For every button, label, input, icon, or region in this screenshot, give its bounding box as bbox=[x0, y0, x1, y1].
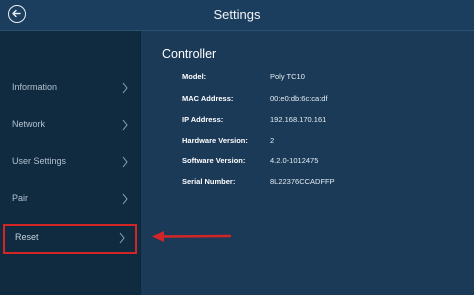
chevron-right-icon bbox=[122, 193, 128, 205]
info-label: IP Address: bbox=[182, 115, 224, 124]
sidebar-item-information[interactable]: Information bbox=[0, 74, 140, 104]
chevron-right-icon bbox=[122, 119, 128, 131]
sidebar: Information Network User Settings Pair R… bbox=[0, 31, 140, 295]
info-value: 00:e0:db:6c:ca:df bbox=[270, 94, 328, 103]
page-title: Settings bbox=[213, 7, 261, 22]
sidebar-item-label: User Settings bbox=[12, 156, 67, 166]
info-label: Hardware Version: bbox=[182, 136, 248, 145]
info-value: 4.2.0-1012475 bbox=[270, 156, 319, 165]
sidebar-item-user-settings[interactable]: User Settings bbox=[0, 148, 140, 178]
info-value: 192.168.170.161 bbox=[270, 115, 327, 124]
info-label: Serial Number: bbox=[182, 177, 236, 186]
section-title: Controller bbox=[162, 47, 217, 61]
sidebar-item-label: Information bbox=[12, 82, 58, 92]
info-label: Software Version: bbox=[182, 156, 246, 165]
sidebar-item-network[interactable]: Network bbox=[0, 111, 140, 141]
header-bar: Settings bbox=[0, 0, 474, 31]
sidebar-item-label: Reset bbox=[15, 232, 39, 242]
sidebar-item-pair[interactable]: Pair bbox=[0, 185, 140, 215]
info-value: 2 bbox=[270, 136, 275, 145]
sidebar-item-reset[interactable]: Reset bbox=[3, 224, 137, 254]
chevron-right-icon bbox=[122, 156, 128, 168]
info-value: 8L22376CCADFFP bbox=[270, 177, 335, 186]
info-value: Poly TC10 bbox=[270, 72, 305, 81]
controller-info-panel: Controller Model: Poly TC10 MAC Address:… bbox=[141, 31, 474, 295]
info-label: MAC Address: bbox=[182, 94, 234, 103]
red-arrow-annotation bbox=[152, 231, 232, 242]
sidebar-item-label: Network bbox=[12, 119, 46, 129]
sidebar-item-label: Pair bbox=[12, 193, 29, 203]
chevron-right-icon bbox=[122, 82, 128, 94]
chevron-right-icon bbox=[119, 232, 125, 244]
info-label: Model: bbox=[182, 72, 207, 81]
